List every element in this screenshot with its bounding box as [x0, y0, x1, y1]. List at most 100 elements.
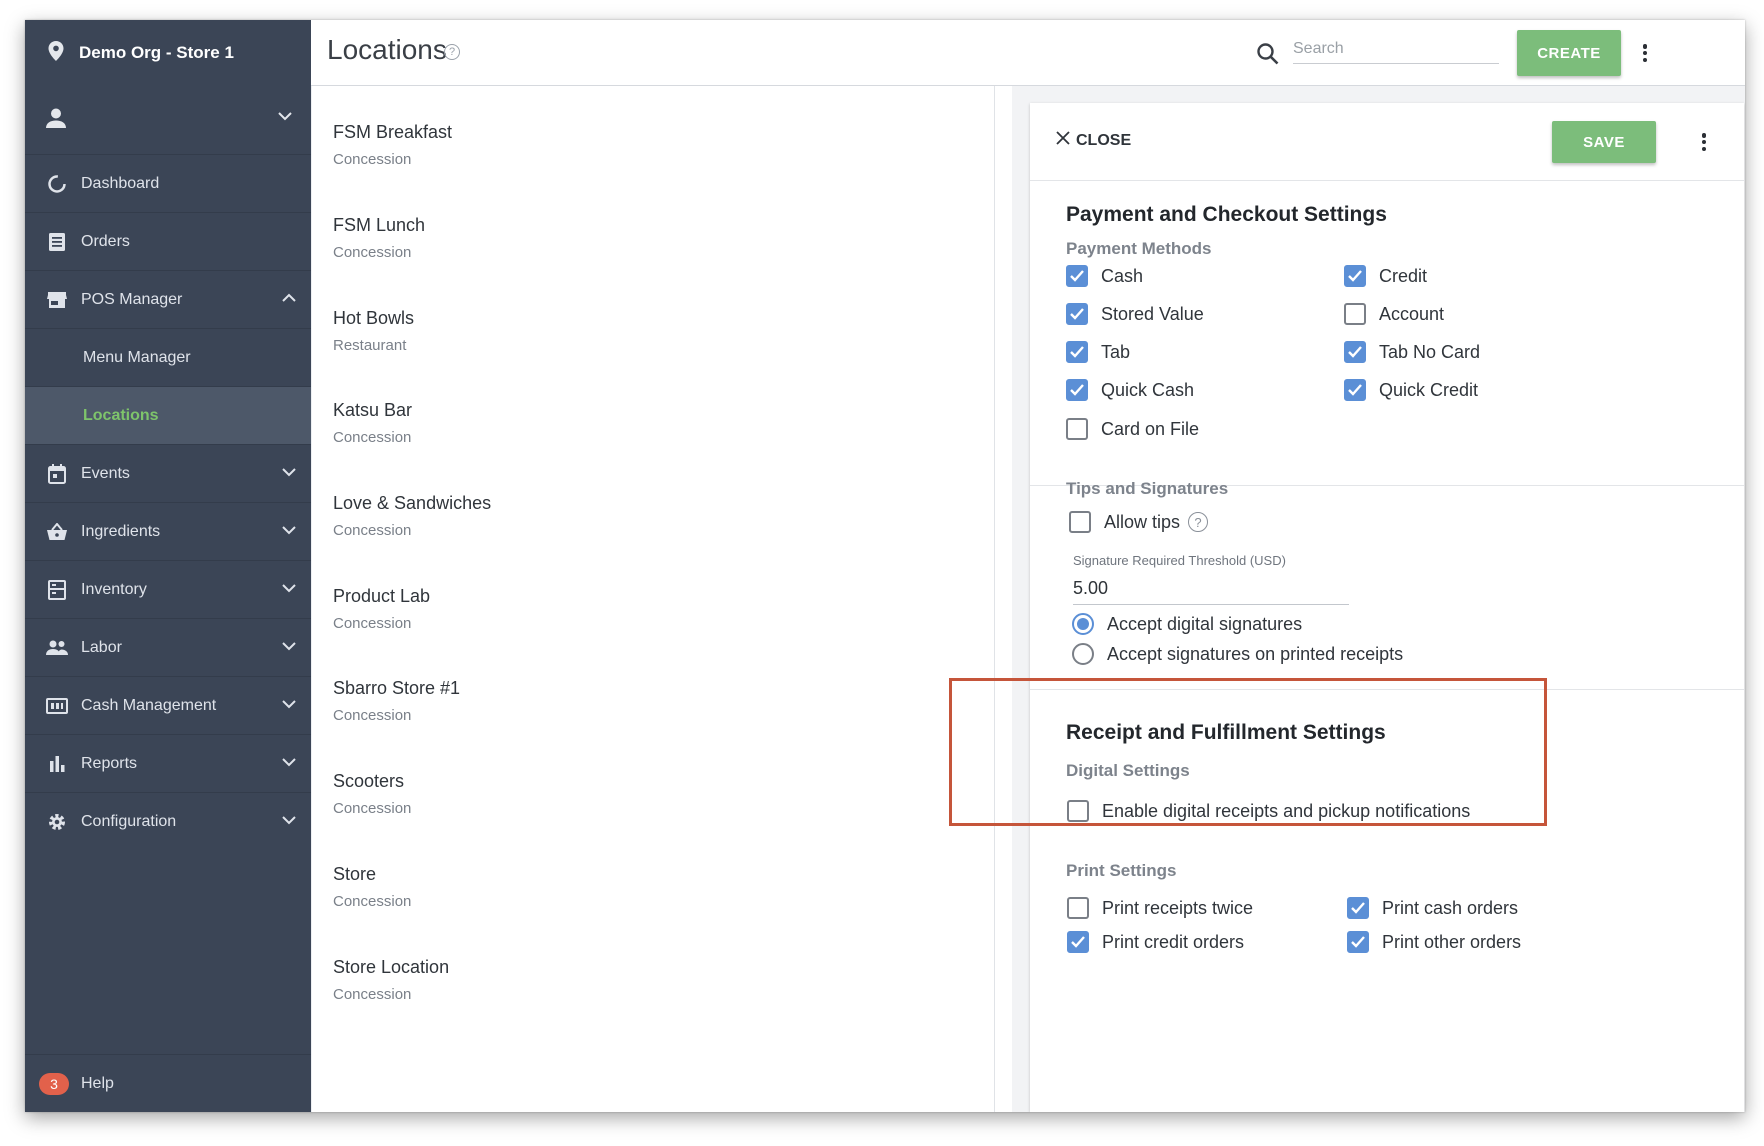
checkbox[interactable] [1067, 897, 1089, 919]
search-input[interactable] [1293, 34, 1499, 64]
sidebar-item-orders[interactable]: Orders [25, 212, 311, 270]
checkbox-label: Tab [1101, 341, 1131, 362]
location-type: Concession [333, 429, 412, 446]
checkbox-checked[interactable] [1344, 265, 1366, 287]
sidebar-item-label: Reports [81, 754, 138, 772]
checkbox-label: Print other orders [1382, 931, 1522, 952]
signature-option-radio[interactable]: Accept digital signatures [1072, 613, 1302, 635]
checkbox-checked[interactable] [1347, 931, 1369, 953]
list-item[interactable]: Product Lab Concession [333, 586, 430, 632]
help-link[interactable]: 3 Help [25, 1054, 311, 1112]
list-item[interactable]: Scooters Concession [333, 771, 411, 817]
location-detail-panel: CLOSE SAVE Payment and Checkout Settings… [1030, 103, 1744, 1112]
checkbox-checked[interactable] [1344, 341, 1366, 363]
panel-header: CLOSE SAVE [1030, 103, 1744, 181]
radio-selected[interactable] [1072, 613, 1094, 635]
sidebar-item-events[interactable]: Events [25, 444, 311, 502]
help-icon[interactable]: ? [444, 44, 460, 60]
location-type: Concession [333, 151, 412, 168]
print-option-checkbox[interactable]: Print cash orders [1347, 897, 1518, 919]
app-window: Demo Org - Store 1 Dashboard Orders POS … [25, 20, 1745, 1112]
checkbox-label: Account [1379, 303, 1445, 324]
location-name: Scooters [333, 771, 405, 791]
sidebar-item-label: Labor [81, 638, 122, 656]
list-item[interactable]: Sbarro Store #1 Concession [333, 678, 460, 724]
checkbox[interactable] [1066, 418, 1088, 440]
location-name: FSM Lunch [333, 215, 426, 235]
print-option-checkbox[interactable]: Print other orders [1347, 931, 1521, 953]
allow-tips-checkbox[interactable]: Allow tips ? [1069, 511, 1209, 533]
list-item[interactable]: Store Location Concession [333, 957, 449, 1003]
cash-icon [45, 694, 69, 718]
signature-option-radio[interactable]: Accept signatures on printed receipts [1072, 643, 1403, 665]
list-item[interactable]: FSM Lunch Concession [333, 215, 425, 261]
list-item[interactable]: Store Concession [333, 864, 411, 910]
list-item[interactable]: Hot Bowls Restaurant [333, 308, 414, 354]
search-icon[interactable] [1256, 42, 1280, 71]
dashboard-icon [45, 172, 69, 196]
print-option-checkbox[interactable]: Print credit orders [1067, 931, 1244, 953]
radio[interactable] [1072, 643, 1094, 665]
location-name: Product Lab [333, 586, 431, 606]
sidebar-item-labor[interactable]: Labor [25, 618, 311, 676]
org-selector[interactable]: Demo Org - Store 1 [25, 20, 311, 86]
checkbox-label: Print receipts twice [1102, 897, 1254, 918]
payment-method-checkbox[interactable]: Stored Value [1066, 303, 1204, 325]
checkbox-checked[interactable] [1066, 303, 1088, 325]
checkbox-checked[interactable] [1067, 931, 1089, 953]
checkbox-label: Card on File [1101, 418, 1200, 439]
sidebar-item-ingredients[interactable]: Ingredients [25, 502, 311, 560]
threshold-input[interactable] [1073, 573, 1349, 605]
panel-more-options-icon[interactable] [1694, 132, 1714, 152]
checkbox-label: Print credit orders [1102, 931, 1245, 952]
payment-method-checkbox[interactable]: Tab No Card [1344, 341, 1480, 363]
payment-method-checkbox[interactable]: Cash [1066, 265, 1143, 287]
sidebar-item-cash-management[interactable]: Cash Management [25, 676, 311, 734]
more-options-icon[interactable] [1635, 43, 1655, 63]
sidebar-item-locations[interactable]: Locations [25, 386, 311, 444]
payment-method-checkbox[interactable]: Tab [1066, 341, 1130, 363]
location-name: Sbarro Store #1 [333, 678, 461, 698]
help-icon[interactable]: ? [1188, 512, 1209, 532]
sidebar-item-label: Locations [83, 406, 159, 424]
checkbox-label: Stored Value [1101, 303, 1204, 324]
basket-icon [45, 520, 69, 544]
checkbox-checked[interactable] [1066, 379, 1088, 401]
payment-method-checkbox[interactable]: Quick Credit [1344, 379, 1478, 401]
payment-method-checkbox[interactable]: Account [1344, 303, 1444, 325]
sidebar-item-dashboard[interactable]: Dashboard [25, 154, 311, 212]
checkbox[interactable] [1344, 303, 1366, 325]
chevron-down-icon [281, 754, 297, 775]
people-icon [45, 636, 69, 660]
chevron-down-icon [281, 580, 297, 601]
location-type: Concession [333, 986, 412, 1003]
create-button[interactable]: CREATE [1517, 30, 1621, 76]
list-item[interactable]: Love & Sandwiches Concession [333, 493, 491, 539]
location-name: FSM Breakfast [333, 122, 453, 142]
sidebar-item-reports[interactable]: Reports [25, 734, 311, 792]
checkbox-checked[interactable] [1347, 897, 1369, 919]
sidebar-item-pos-manager[interactable]: POS Manager [25, 270, 311, 328]
payment-method-checkbox[interactable]: Quick Cash [1066, 379, 1194, 401]
chevron-down-icon [281, 812, 297, 833]
save-button[interactable]: SAVE [1552, 121, 1656, 163]
sidebar-item-configuration[interactable]: Configuration [25, 792, 311, 850]
payment-method-checkbox[interactable]: Credit [1344, 265, 1427, 287]
print-option-checkbox[interactable]: Print receipts twice [1067, 897, 1253, 919]
checkbox-checked[interactable] [1344, 379, 1366, 401]
sidebar-item-label: Dashboard [81, 174, 160, 192]
user-menu[interactable] [25, 86, 311, 154]
radio-label: Accept digital signatures [1107, 613, 1303, 634]
checkbox-checked[interactable] [1066, 341, 1088, 363]
list-item[interactable]: Katsu Bar Concession [333, 400, 412, 446]
checkbox[interactable] [1069, 511, 1091, 533]
sidebar-item-label: Orders [81, 232, 130, 250]
list-item[interactable]: FSM Breakfast Concession [333, 122, 452, 168]
payment-method-checkbox[interactable]: Card on File [1066, 418, 1199, 440]
checkbox-checked[interactable] [1066, 265, 1088, 287]
sidebar-item-menu-manager[interactable]: Menu Manager [25, 328, 311, 386]
highlight-annotation [949, 678, 1547, 826]
sidebar-item-inventory[interactable]: Inventory [25, 560, 311, 618]
location-type: Concession [333, 707, 412, 724]
close-button[interactable]: CLOSE [1056, 131, 1131, 150]
